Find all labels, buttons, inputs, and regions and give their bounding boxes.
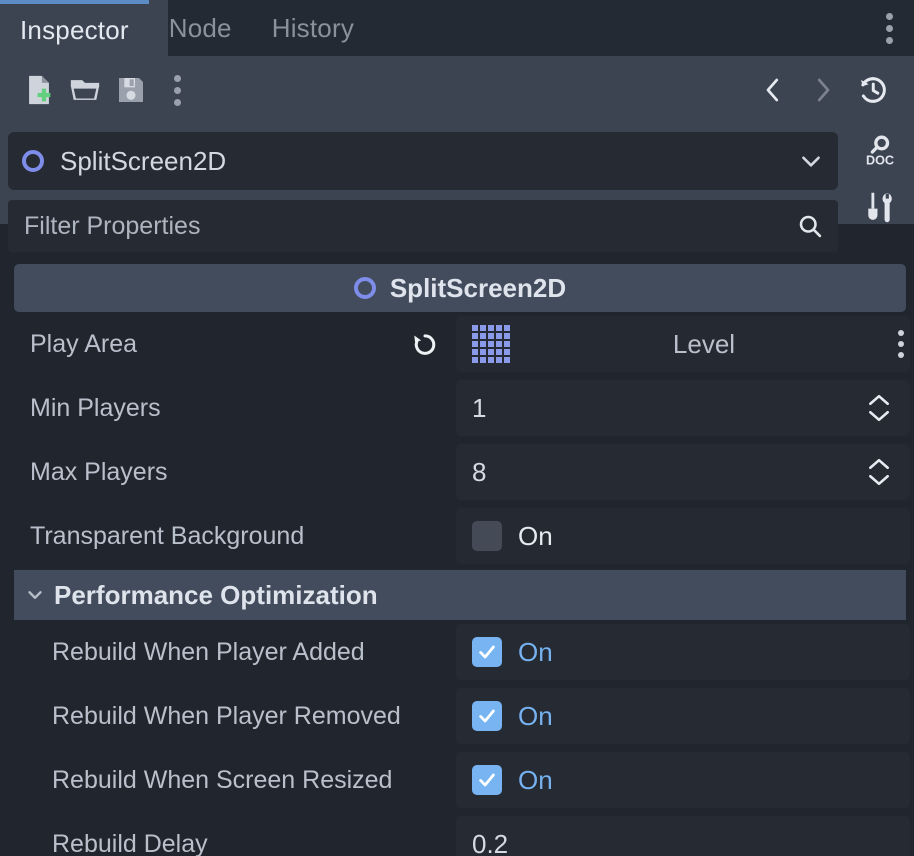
section-header-performance-optimization[interactable]: Performance Optimization — [14, 570, 906, 620]
property-list: SplitScreen2D Play Area Level Min Player… — [0, 258, 914, 856]
tab-history[interactable]: History — [252, 0, 374, 56]
chevron-right-icon — [808, 75, 838, 105]
save-resource-button[interactable] — [108, 67, 154, 113]
inspector-extra-menu-button[interactable] — [154, 67, 200, 113]
shovel-wrench-icon — [861, 188, 899, 226]
rebuild-when-player-removed-value: On — [518, 700, 553, 731]
tab-inspector[interactable]: Inspector — [0, 0, 149, 56]
property-row-rebuild-when-player-removed: Rebuild When Player Removed On — [0, 684, 914, 748]
tab-node-label: Node — [168, 12, 232, 43]
inspector-head-left: SplitScreen2D — [0, 124, 846, 252]
new-resource-button[interactable] — [16, 67, 62, 113]
rebuild-when-screen-resized-value: On — [518, 764, 553, 795]
property-label: Play Area — [30, 329, 138, 358]
property-value[interactable]: 0.2 — [456, 812, 914, 856]
tab-bar: Inspector Node History — [0, 0, 914, 56]
property-row-transparent-background: Transparent Background On — [0, 504, 914, 568]
inspector-side-rail: DOC — [846, 124, 914, 224]
vertical-dots-icon — [898, 330, 904, 358]
property-label: Rebuild Delay — [52, 829, 208, 856]
inspector-toolbar — [0, 56, 914, 124]
property-label: Transparent Background — [30, 521, 305, 550]
node-selector-label: SplitScreen2D — [60, 145, 227, 176]
search-icon[interactable] — [796, 212, 824, 240]
history-menu-button[interactable] — [850, 67, 896, 113]
property-value[interactable]: On — [456, 504, 914, 568]
history-forward-button[interactable] — [800, 67, 846, 113]
chevron-down-icon — [24, 584, 46, 606]
vertical-dots-icon — [173, 74, 181, 106]
tab-history-label: History — [271, 12, 355, 43]
property-row-rebuild-delay: Rebuild Delay 0.2 — [0, 812, 914, 856]
property-value[interactable]: On — [456, 620, 914, 684]
tab-inspector-label: Inspector — [20, 14, 129, 45]
filter-properties-row[interactable] — [8, 200, 838, 252]
toolbar-history-group — [750, 67, 896, 113]
open-folder-icon — [68, 73, 102, 107]
property-row-play-area: Play Area Level — [0, 312, 914, 376]
node2d-ring-icon — [22, 150, 44, 172]
chevron-left-icon — [758, 75, 788, 105]
rebuild-when-player-added-value: On — [518, 636, 553, 667]
tab-bar-menu-button[interactable] — [872, 0, 906, 56]
vertical-dots-icon — [885, 12, 893, 44]
property-value[interactable]: On — [456, 684, 914, 748]
property-value[interactable]: 8 — [456, 440, 914, 504]
rebuild-when-screen-resized-checkbox[interactable] — [472, 765, 502, 795]
property-value[interactable]: On — [456, 748, 914, 812]
property-label: Max Players — [30, 457, 168, 486]
save-floppy-icon — [115, 74, 147, 106]
property-row-rebuild-when-screen-resized: Rebuild When Screen Resized On — [0, 748, 914, 812]
min-players-value[interactable]: 1 — [472, 393, 866, 424]
property-label: Min Players — [30, 393, 161, 422]
property-label: Rebuild When Player Added — [52, 637, 365, 666]
section-title: Performance Optimization — [54, 579, 378, 610]
node-selector[interactable]: SplitScreen2D — [8, 132, 838, 190]
max-players-value[interactable]: 8 — [472, 457, 866, 488]
up-down-arrows-icon[interactable] — [866, 394, 892, 422]
property-value[interactable]: Level — [414, 312, 914, 376]
search-input[interactable] — [22, 210, 796, 242]
class-header: SplitScreen2D — [14, 264, 906, 312]
object-tools-button[interactable] — [856, 188, 904, 226]
property-row-rebuild-when-player-added: Rebuild When Player Added On — [0, 620, 914, 684]
open-resource-button[interactable] — [62, 67, 108, 113]
rebuild-when-player-removed-checkbox[interactable] — [472, 701, 502, 731]
transparent-background-checkbox[interactable] — [472, 521, 502, 551]
tilemap-grid-icon — [472, 325, 510, 363]
class-header-title: SplitScreen2D — [389, 272, 567, 303]
svg-text:DOC: DOC — [866, 153, 894, 167]
clock-rewind-icon — [857, 74, 889, 106]
revert-arrow-icon[interactable] — [408, 327, 442, 361]
inspector-panel: Inspector Node History SplitScreen2D Fil… — [0, 0, 914, 856]
tab-node[interactable]: Node — [149, 0, 252, 56]
transparent-background-value: On — [518, 520, 553, 551]
node2d-ring-icon — [353, 277, 376, 299]
play-area-value: Level — [672, 328, 736, 359]
up-down-arrows-icon[interactable] — [866, 458, 892, 486]
property-label: Rebuild When Screen Resized — [52, 765, 393, 794]
property-row-max-players: Max Players 8 — [0, 440, 914, 504]
rebuild-delay-value[interactable]: 0.2 — [472, 829, 898, 856]
chevron-down-icon — [798, 148, 824, 174]
inspector-head: SplitScreen2D Filter Properties DOC — [0, 124, 914, 252]
new-document-plus-icon — [22, 73, 56, 107]
rebuild-when-player-added-checkbox[interactable] — [472, 637, 502, 667]
open-documentation-button[interactable]: DOC — [856, 132, 904, 172]
property-label: Rebuild When Player Removed — [52, 701, 401, 730]
history-back-button[interactable] — [750, 67, 796, 113]
search-doc-icon: DOC — [860, 132, 900, 172]
property-value[interactable]: 1 — [456, 376, 914, 440]
play-area-menu-button[interactable] — [898, 330, 904, 358]
property-row-min-players: Min Players 1 — [0, 376, 914, 440]
